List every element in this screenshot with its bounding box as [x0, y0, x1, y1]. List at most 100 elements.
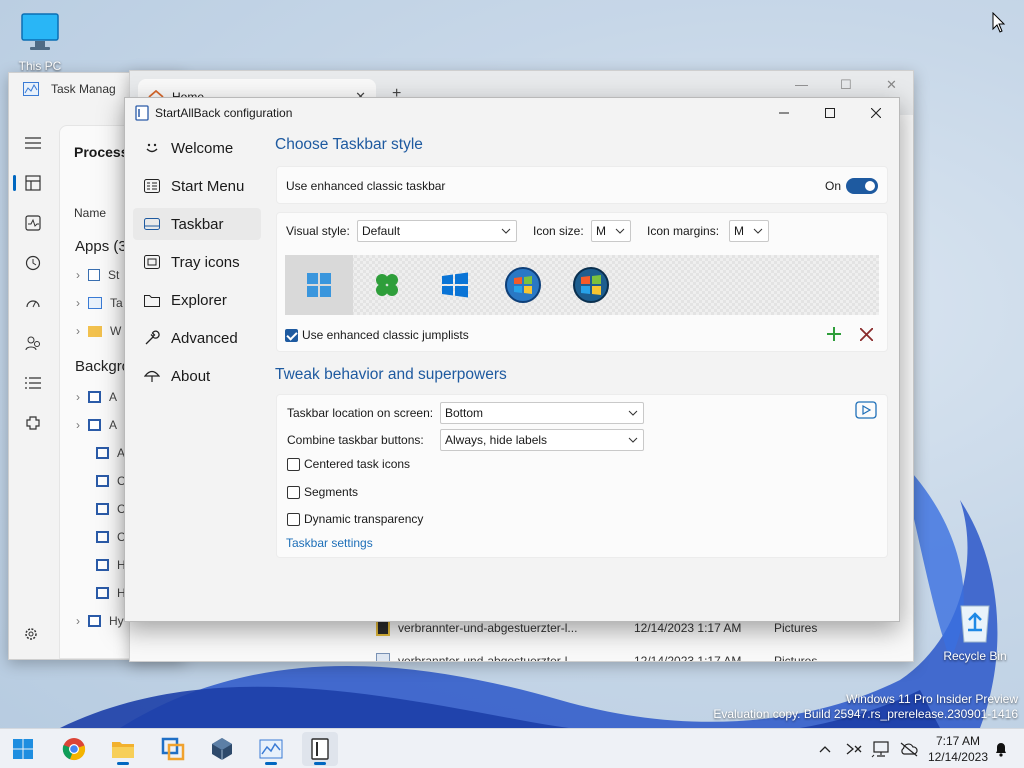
combine-buttons-label: Combine taskbar buttons: [287, 433, 424, 447]
details-nav-icon[interactable] [9, 363, 57, 403]
visual-style-card: Visual style: Default Icon size: M Icon … [276, 212, 888, 352]
centered-icons-checkbox[interactable] [287, 457, 300, 471]
taskbar-file-explorer[interactable] [105, 732, 141, 766]
nav-explorer[interactable]: Explorer [133, 284, 261, 316]
file-row[interactable]: verbrannter-und-abgestuerzter-l... 12/14… [376, 620, 817, 636]
start-icon [13, 739, 33, 759]
build-watermark: Windows 11 Pro Insider Preview Evaluatio… [713, 692, 1018, 722]
this-pc-desktop-icon[interactable]: This PC [2, 10, 78, 73]
process-row[interactable]: A [96, 446, 125, 460]
combine-buttons-dropdown[interactable]: Always, hide labels [440, 429, 644, 451]
nav-advanced[interactable]: Advanced [133, 322, 261, 354]
start-button[interactable] [5, 732, 41, 766]
process-row[interactable]: H [96, 586, 126, 600]
process-row[interactable]: H [96, 558, 126, 572]
jumplists-option[interactable]: Use enhanced classic jumplists [285, 328, 469, 342]
tray-icon [143, 255, 161, 269]
users-nav-icon[interactable] [9, 323, 57, 363]
icon-size-dropdown[interactable]: M [591, 220, 631, 242]
style-option-windows-10[interactable] [421, 255, 489, 315]
nav-tray-icons[interactable]: Tray icons [133, 246, 261, 278]
task-manager-nav-rail [9, 123, 57, 443]
minimize-icon[interactable] [761, 98, 807, 128]
jumplists-checkbox[interactable] [285, 328, 298, 342]
icon-margins-dropdown[interactable]: M [729, 220, 769, 242]
process-row[interactable]: › Ta [76, 296, 123, 310]
add-icon[interactable] [827, 327, 841, 344]
process-row[interactable]: › Hy [76, 614, 124, 628]
style-option-windows-7[interactable] [489, 255, 557, 315]
taskbar-location-dropdown[interactable]: Bottom [440, 402, 644, 424]
startallback-config-window[interactable]: StartAllBack configuration Welcome Start… [124, 97, 900, 622]
nav-welcome[interactable]: Welcome [133, 132, 261, 164]
task-manager-icon [259, 739, 283, 759]
segments-checkbox[interactable] [287, 485, 300, 499]
remove-icon[interactable] [859, 327, 874, 344]
startup-apps-nav-icon[interactable] [9, 283, 57, 323]
chevron-down-icon [615, 224, 625, 241]
process-row[interactable]: C [96, 474, 126, 488]
name-column-header[interactable]: Name [74, 206, 106, 220]
segments-option[interactable]: Segments [287, 485, 358, 499]
process-icon [88, 297, 102, 309]
style-option-clover[interactable] [353, 255, 421, 315]
taskbar-location-label: Taskbar location on screen: [287, 406, 434, 420]
centered-icons-label: Centered task icons [304, 457, 411, 471]
processes-nav-icon[interactable] [9, 163, 57, 203]
taskbar-location-value: Bottom [445, 406, 484, 420]
performance-nav-icon[interactable] [9, 203, 57, 243]
show-hidden-icons-chevron[interactable] [814, 729, 836, 768]
enhanced-taskbar-toggle[interactable] [846, 178, 878, 194]
process-icon [88, 391, 101, 403]
process-row[interactable]: C [96, 530, 126, 544]
taskbar-vmware[interactable] [204, 732, 240, 766]
tray-status-icon [846, 743, 862, 755]
hamburger-menu-icon[interactable] [9, 123, 57, 163]
process-row[interactable]: › W [76, 324, 121, 338]
nav-start-menu[interactable]: Start Menu [133, 170, 261, 202]
recycle-bin-label: Recycle Bin [943, 649, 1007, 663]
file-explorer-icon [112, 742, 134, 758]
centered-icons-option[interactable]: Centered task icons [287, 457, 410, 471]
notifications-button[interactable] [990, 729, 1012, 768]
process-row[interactable]: C [96, 502, 126, 516]
nav-taskbar[interactable]: Taskbar [133, 208, 261, 240]
minimize-icon[interactable]: — [795, 77, 808, 92]
clock-date: 12/14/2023 [927, 750, 988, 764]
process-row[interactable]: › A [76, 418, 117, 432]
process-row[interactable]: › St [76, 268, 119, 282]
taskbar-settings-link[interactable]: Taskbar settings [286, 536, 373, 550]
maximize-icon[interactable]: ☐ [840, 77, 852, 93]
style-option-windows-11[interactable] [285, 255, 353, 315]
style-option-windows-vista[interactable] [557, 255, 625, 315]
dynamic-transparency-option[interactable]: Dynamic transparency [287, 512, 423, 526]
onedrive-status-icon[interactable] [896, 729, 922, 768]
close-icon[interactable]: ✕ [886, 77, 897, 93]
services-nav-icon[interactable] [9, 403, 57, 443]
taskbar: 7:17 AM 12/14/2023 [0, 728, 1024, 768]
nav-about[interactable]: About [133, 360, 261, 392]
toggle-state-label: On [824, 179, 841, 193]
taskbar-clock[interactable]: 7:17 AM 12/14/2023 [928, 733, 988, 765]
taskbar-chrome[interactable] [56, 732, 92, 766]
dynamic-transparency-label: Dynamic transparency [304, 512, 424, 526]
process-row[interactable]: › A [76, 390, 117, 404]
visual-style-dropdown[interactable]: Default [357, 220, 517, 242]
nav-taskbar-label: Taskbar [171, 215, 224, 233]
process-icon [96, 503, 109, 515]
video-help-icon[interactable] [855, 401, 877, 422]
maximize-icon[interactable] [807, 98, 853, 128]
vmware-icon [212, 738, 232, 760]
nav-explorer-label: Explorer [171, 291, 227, 309]
taskbar-task-manager[interactable] [253, 732, 289, 766]
app-history-nav-icon[interactable] [9, 243, 57, 283]
taskbar-virtualbox[interactable] [155, 732, 191, 766]
settings-gear-icon[interactable] [23, 626, 39, 645]
close-icon[interactable] [853, 98, 899, 128]
tray-app-icon[interactable] [842, 729, 866, 768]
dynamic-transparency-checkbox[interactable] [287, 512, 300, 526]
recycle-bin-desktop-icon[interactable]: Recycle Bin [937, 600, 1013, 663]
taskbar-startallback[interactable] [302, 732, 338, 766]
network-status-icon[interactable] [868, 729, 894, 768]
file-row[interactable]: verbrannter-und-abgestuerzter-l... 12/14… [376, 653, 817, 661]
